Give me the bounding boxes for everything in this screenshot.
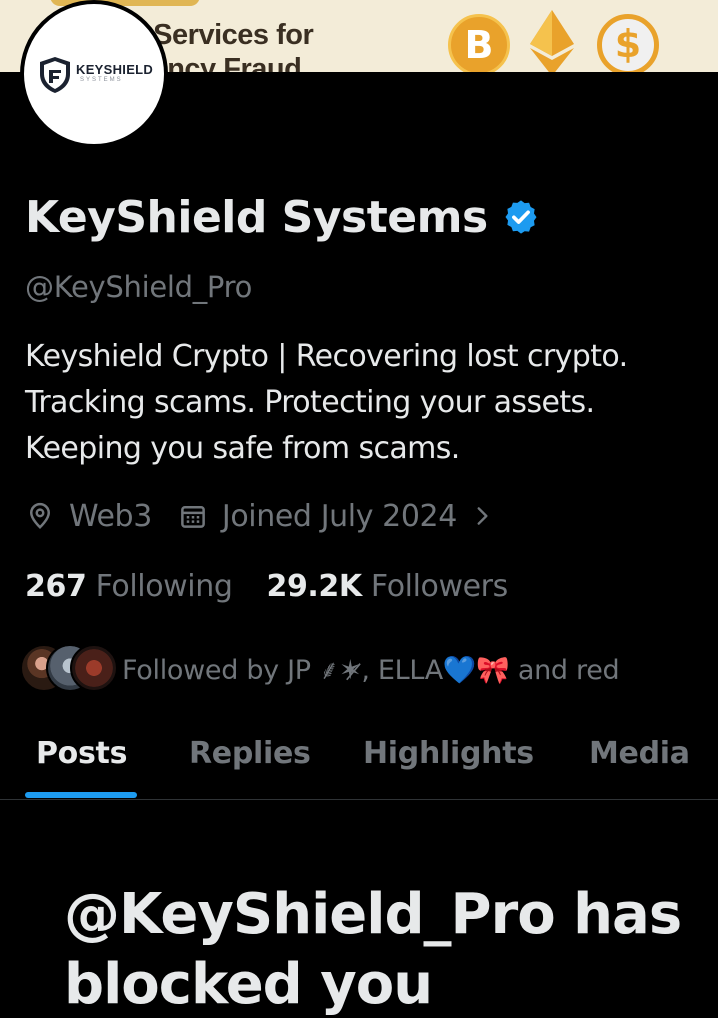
followed-by-text: Followed by JP ⸙⁣✶̷, ELLA💙🎀 and red: [122, 654, 620, 686]
calendar-icon: [181, 506, 205, 528]
bio-line: Keeping you safe from scams.: [25, 431, 460, 466]
profile-name-row: KeyShield Systems: [25, 186, 540, 248]
blocked-message-line1: @KeyShield_Pro has: [64, 882, 682, 947]
verified-badge-icon[interactable]: [502, 198, 540, 236]
follower-avatars: [20, 642, 120, 694]
joined-text: Joined July 2024: [221, 498, 457, 534]
banner-text: y Services for rrency Fraud: [130, 18, 430, 72]
followed-by-row[interactable]: Followed by JP ⸙⁣✶̷, ELLA💙🎀 and red: [20, 642, 620, 694]
location-pin-icon: [29, 502, 51, 529]
profile-bio: Keyshield Crypto | Recovering lost crypt…: [25, 334, 715, 472]
profile-handle: @KeyShield_Pro: [25, 270, 253, 304]
avatar[interactable]: KEYSHIELD SYSTEMS: [20, 0, 168, 148]
location-text: Web3: [69, 498, 152, 534]
active-tab-indicator: [25, 792, 137, 798]
avatar-logo-text: KEYSHIELD: [76, 62, 154, 77]
location-item: Web3: [25, 499, 152, 534]
avatar: [70, 644, 118, 692]
tab-media[interactable]: Media: [589, 736, 690, 771]
followers-label: Followers: [370, 568, 508, 604]
bio-line: Tracking scams. Protecting your assets.: [25, 385, 595, 420]
followers-stat[interactable]: 29.2K Followers: [266, 568, 508, 604]
blocked-message: @KeyShield_Pro has blocked you: [64, 880, 714, 1018]
following-stat[interactable]: 267 Following: [25, 568, 233, 604]
dollar-coin-icon: $: [597, 14, 659, 72]
following-label: Following: [95, 568, 233, 604]
chevron-right-icon[interactable]: [469, 503, 495, 529]
ethereum-icon: [528, 10, 576, 72]
followers-count: 29.2K: [266, 568, 362, 604]
following-count: 267: [25, 568, 87, 604]
joined-item[interactable]: Joined July 2024: [178, 499, 495, 534]
profile-tabs: Posts Replies Highlights Media: [0, 716, 718, 800]
blocked-message-line2: blocked you: [64, 952, 433, 1017]
keyshield-logo-icon: [40, 57, 70, 93]
tab-replies[interactable]: Replies: [189, 736, 311, 771]
tab-highlights[interactable]: Highlights: [363, 736, 534, 771]
banner-text-line1: y Services for: [130, 19, 314, 51]
display-name: KeyShield Systems: [25, 191, 488, 243]
avatar-logo-subtext: SYSTEMS: [80, 77, 123, 83]
profile-meta: Web3 Joined July 2024: [25, 494, 521, 538]
tab-posts[interactable]: Posts: [36, 736, 127, 771]
bio-line: Keyshield Crypto | Recovering lost crypt…: [25, 339, 628, 374]
banner-text-line2: rrency Fraud: [130, 53, 302, 72]
follow-stats: 267 Following 29.2K Followers: [25, 564, 542, 608]
bitcoin-coin-icon: B: [448, 14, 510, 72]
